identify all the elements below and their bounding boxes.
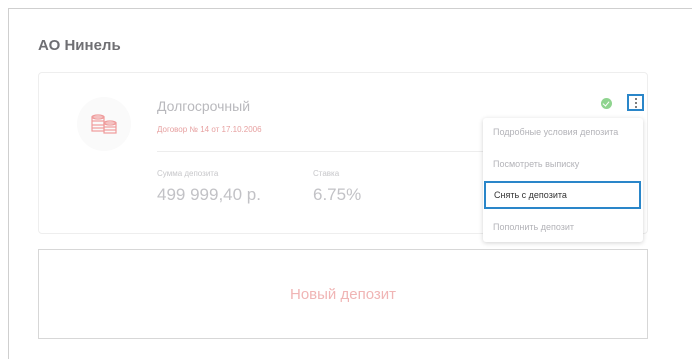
new-deposit-button[interactable]: Новый депозит [38,249,648,339]
menu-item-details[interactable]: Подробные условия депозита [483,118,643,146]
amount-value: 499 999,40 р. [157,185,261,204]
coins-icon [91,114,117,134]
kebab-dot [634,101,637,104]
amount-label: Сумма депозита [157,169,219,178]
deposit-name: Долгосрочный [157,98,251,114]
org-title: АО Нинель [38,37,121,54]
kebab-dot [634,97,637,100]
divider [157,151,487,152]
coins-icon-wrapper [77,97,131,151]
menu-item-topup[interactable]: Пополнить депозит [483,213,643,241]
menu-item-statement[interactable]: Посмотреть выписку [483,150,643,178]
kebab-menu-button[interactable] [627,94,644,111]
check-circle-icon [601,98,612,109]
rate-value: 6.75% [313,185,362,204]
deposit-contract: Договор № 14 от 17.10.2006 [157,125,262,134]
menu-item-withdraw[interactable]: Снять с депозита [484,181,641,209]
rate-label: Ставка [313,169,340,178]
kebab-dot [634,105,637,108]
deposit-menu: Подробные условия депозита Посмотреть вы… [483,118,643,242]
